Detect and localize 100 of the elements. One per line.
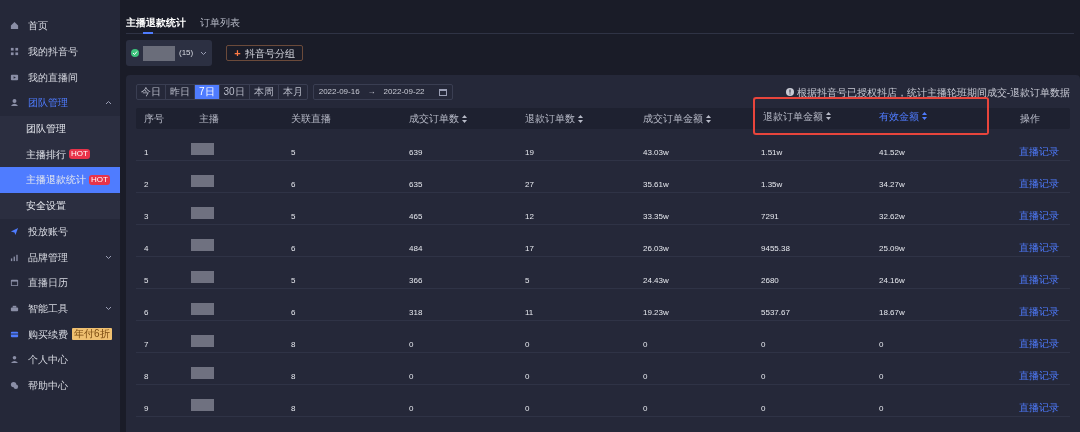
period-tab[interactable]: 本周: [249, 85, 279, 99]
live-record-link[interactable]: 直播记录: [1019, 178, 1059, 189]
table-cell: 0: [525, 372, 530, 381]
live-record-link[interactable]: 直播记录: [1019, 242, 1059, 253]
table-cell: 1.51w: [761, 148, 783, 157]
table-cell: 6: [291, 180, 296, 189]
person-icon: [10, 355, 19, 365]
sort-icon[interactable]: [706, 114, 711, 123]
hot-badge: HOT: [89, 174, 110, 185]
avatar-placeholder: [191, 367, 214, 379]
table-cell: 0: [761, 372, 766, 381]
check-circle-icon: [131, 49, 139, 57]
tab[interactable]: 主播退款统计: [126, 10, 186, 34]
sidebar-item[interactable]: 我的直播间: [0, 64, 120, 91]
group-button[interactable]: + 抖音号分组: [226, 45, 303, 61]
sidebar-item[interactable]: 个人中心: [0, 346, 120, 373]
table-cell: 35.61w: [643, 180, 669, 189]
sidebar-item[interactable]: 首页: [0, 13, 120, 39]
live-record-link[interactable]: 直播记录: [1019, 338, 1059, 349]
column-header: 序号: [143, 112, 164, 126]
video-icon: [10, 72, 19, 82]
table-cell: 0: [643, 340, 648, 349]
sidebar-item[interactable]: 帮助中心: [0, 372, 120, 399]
period-tab[interactable]: 30日: [219, 85, 250, 99]
avatar-placeholder: [191, 207, 214, 219]
table-cell: 484: [409, 244, 423, 253]
info-icon: [785, 88, 794, 96]
table-cell: 1.35w: [761, 180, 783, 189]
table-cell: 43.03w: [643, 148, 669, 157]
tab[interactable]: 订单列表: [200, 10, 240, 34]
table-cell: 34.27w: [879, 180, 905, 189]
sidebar-item[interactable]: 购买续费 年付6折: [0, 321, 120, 347]
column-header: 主播: [198, 112, 219, 126]
table-cell: 27: [525, 180, 534, 189]
column-header[interactable]: 成交订单数: [401, 108, 467, 129]
table-cell: 9: [144, 404, 149, 413]
card-icon: [10, 329, 19, 339]
avatar-placeholder: [191, 335, 214, 347]
submenu-item[interactable]: 主播退款统计 HOT: [0, 167, 120, 193]
people-icon: [10, 380, 19, 390]
period-tab[interactable]: 7日: [195, 85, 220, 99]
table-cell: 19: [525, 148, 534, 157]
table-cell: 26.03w: [643, 244, 669, 253]
live-record-link[interactable]: 直播记录: [1019, 274, 1059, 285]
promo-badge: 年付6折: [72, 328, 112, 341]
table-cell: 9455.38: [761, 244, 790, 253]
table-cell: 0: [761, 340, 766, 349]
table-cell: 635: [409, 180, 423, 189]
paper-plane-icon: [10, 226, 19, 236]
submenu-item[interactable]: 安全设置: [0, 192, 120, 219]
live-record-link[interactable]: 直播记录: [1019, 306, 1059, 317]
grid-icon: [10, 47, 19, 57]
column-header[interactable]: 有效金额: [871, 97, 989, 135]
table-cell: 5: [291, 148, 296, 157]
table-cell: 6: [291, 244, 296, 253]
avatar-placeholder: [191, 271, 214, 283]
column-header[interactable]: 退款订单金额: [753, 97, 871, 135]
table-cell: 3: [144, 212, 149, 221]
sort-icon[interactable]: [922, 112, 927, 120]
period-tab[interactable]: 今日: [137, 85, 166, 99]
sidebar-item[interactable]: 品牌管理: [0, 244, 120, 270]
sidebar-item[interactable]: 团队管理: [0, 90, 120, 116]
column-header: 关联直播: [290, 112, 331, 126]
table-cell: 0: [879, 372, 884, 381]
column-header[interactable]: 成交订单金额: [635, 108, 711, 129]
toolbox-icon: [10, 303, 19, 313]
table-cell: 5537.67: [761, 308, 790, 317]
sidebar-item[interactable]: 智能工具: [0, 295, 120, 322]
live-record-link[interactable]: 直播记录: [1019, 370, 1059, 381]
account-dropdown[interactable]: (15): [126, 40, 213, 66]
live-record-link[interactable]: 直播记录: [1019, 210, 1059, 221]
avatar-placeholder: [191, 303, 214, 315]
submenu-item[interactable]: 主播排行 HOT: [0, 141, 120, 168]
table-cell: 0: [525, 404, 530, 413]
table-cell: 5: [291, 212, 296, 221]
table-cell: 639: [409, 148, 423, 157]
live-record-link[interactable]: 直播记录: [1019, 402, 1059, 413]
live-record-link[interactable]: 直播记录: [1019, 146, 1059, 157]
submenu-item[interactable]: 团队管理: [0, 115, 120, 142]
table-cell: 8: [291, 340, 296, 349]
avatar-placeholder: [191, 143, 214, 155]
sidebar-item[interactable]: 直播日历: [0, 269, 120, 296]
table-cell: 5: [525, 276, 530, 285]
sort-icon[interactable]: [826, 112, 831, 120]
plus-icon: +: [234, 47, 241, 59]
calendar-icon: [10, 278, 19, 288]
sort-icon[interactable]: [462, 114, 467, 123]
sidebar-item[interactable]: 我的抖音号: [0, 38, 120, 65]
table-cell: 0: [879, 404, 884, 413]
table-cell: 318: [409, 308, 423, 317]
hot-badge: HOT: [69, 149, 90, 160]
column-header[interactable]: 退款订单数: [517, 108, 583, 129]
table-cell: 25.09w: [879, 244, 905, 253]
table-cell: 0: [409, 372, 414, 381]
date-range-field[interactable]: 2022-09-16 → 2022-09-22: [312, 84, 453, 100]
table-cell: 7291: [761, 212, 779, 221]
period-tab[interactable]: 本月: [278, 85, 307, 99]
sidebar-item[interactable]: 投放账号: [0, 218, 120, 245]
table-cell: 5: [291, 276, 296, 285]
sort-icon[interactable]: [578, 114, 583, 123]
